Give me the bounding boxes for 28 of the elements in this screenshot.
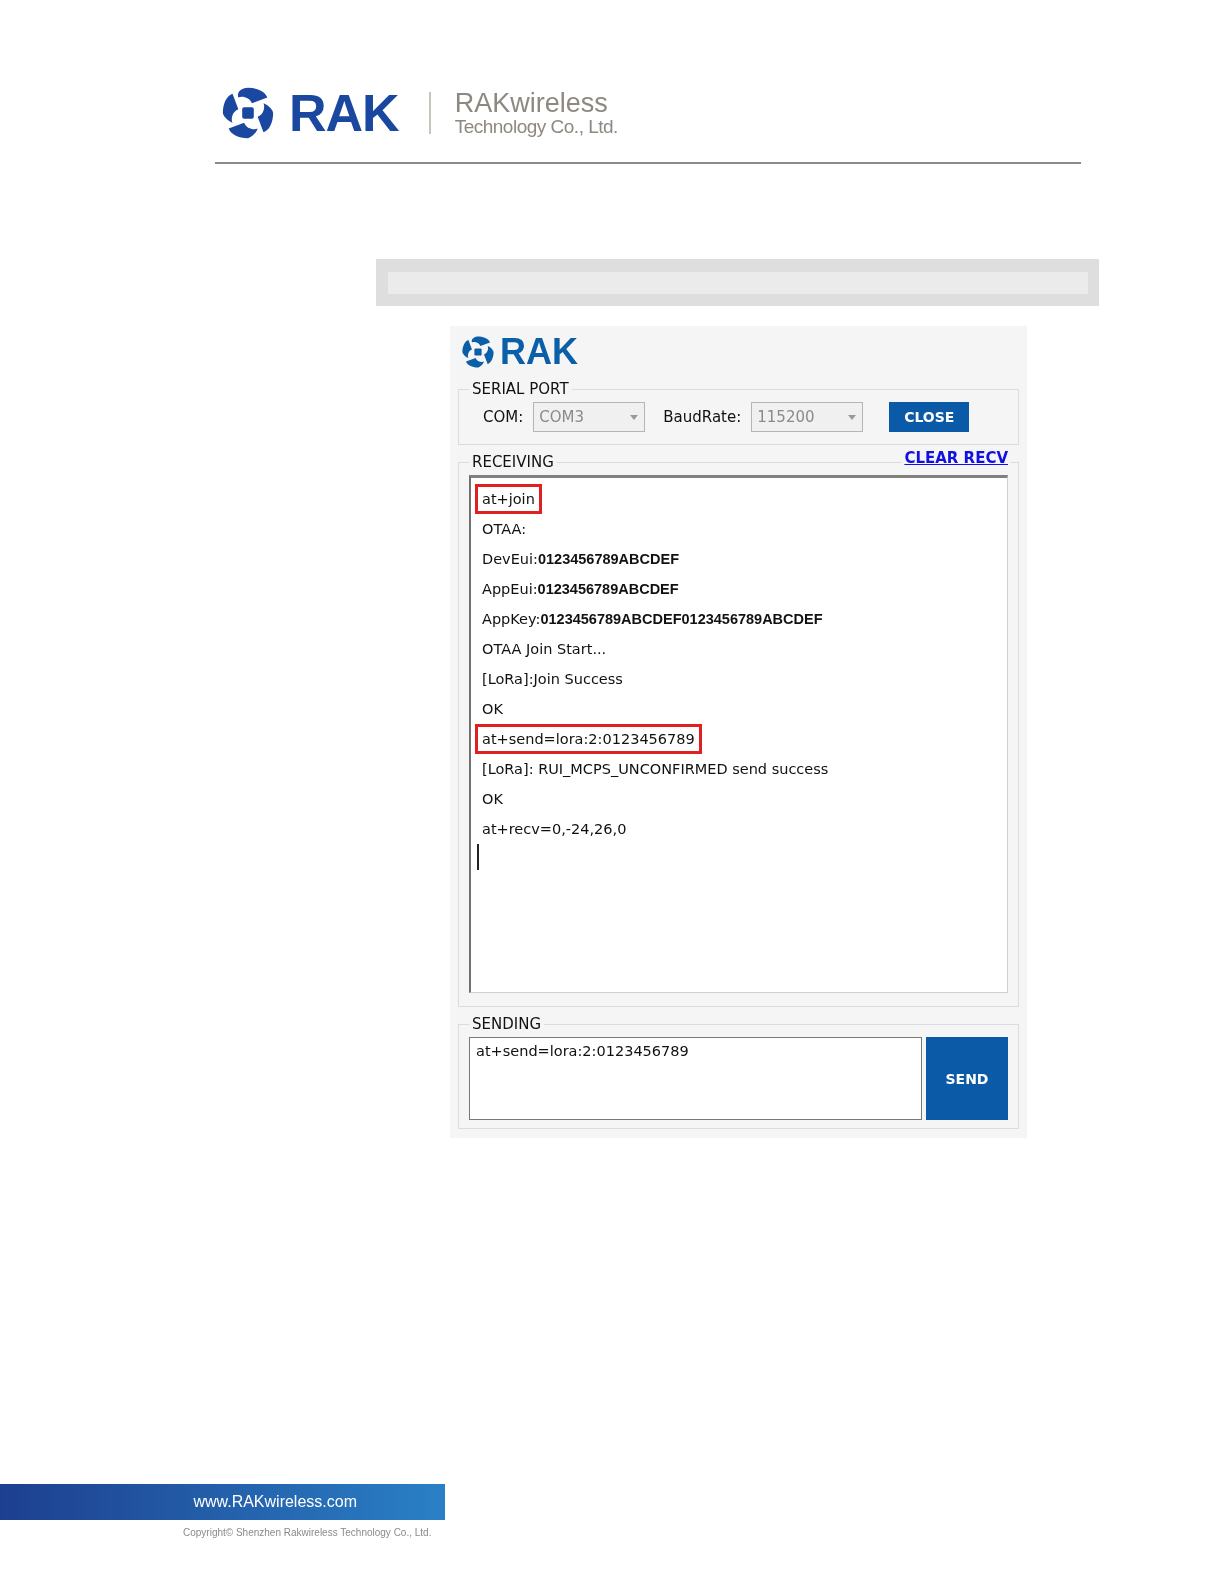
logo-text: RAK bbox=[289, 83, 399, 143]
com-label: COM: bbox=[483, 408, 524, 426]
log-line: AppEui:0123456789ABCDEF bbox=[481, 580, 680, 599]
dropdown-caret-icon bbox=[848, 414, 857, 420]
log-line: [LoRa]: RUI_MCPS_UNCONFIRMED send success bbox=[481, 760, 830, 779]
section-title: SENDING bbox=[471, 1015, 543, 1033]
log-line: AppKey:0123456789ABCDEF0123456789ABCDEF bbox=[481, 610, 824, 629]
text-cursor bbox=[477, 844, 479, 870]
send-button[interactable]: SEND bbox=[926, 1037, 1008, 1120]
log-line: DevEui:0123456789ABCDEF bbox=[481, 550, 680, 569]
log-line: OK bbox=[481, 700, 504, 719]
section-title: SERIAL PORT bbox=[471, 380, 570, 398]
company-name: RAKwireless bbox=[454, 90, 609, 117]
fan-logo-icon bbox=[460, 334, 496, 370]
website-link[interactable]: www.RAKwireless.com bbox=[193, 1493, 357, 1511]
log-line: OTAA: bbox=[481, 520, 528, 539]
app-logo-text: RAK bbox=[500, 331, 578, 373]
clear-recv-link[interactable]: CLEAR RECV bbox=[902, 449, 1010, 467]
send-input-field[interactable]: at+send=lora:2:0123456789 bbox=[469, 1037, 922, 1120]
log-line: at+recv=0,-24,26,0 bbox=[481, 820, 628, 839]
copyright-text: Copyright© Shenzhen Rakwireless Technology Co., Ltd. bbox=[183, 1527, 433, 1538]
company-subtitle: Technology Co., Ltd. bbox=[454, 117, 618, 136]
dropdown-caret-icon bbox=[630, 414, 639, 420]
log-line: [LoRa]:Join Success bbox=[481, 670, 624, 689]
log-line: OTAA Join Start... bbox=[481, 640, 608, 659]
baudrate-label: BaudRate: bbox=[663, 408, 742, 426]
log-line: OK bbox=[481, 790, 504, 809]
section-title: RECEIVING bbox=[471, 453, 555, 471]
